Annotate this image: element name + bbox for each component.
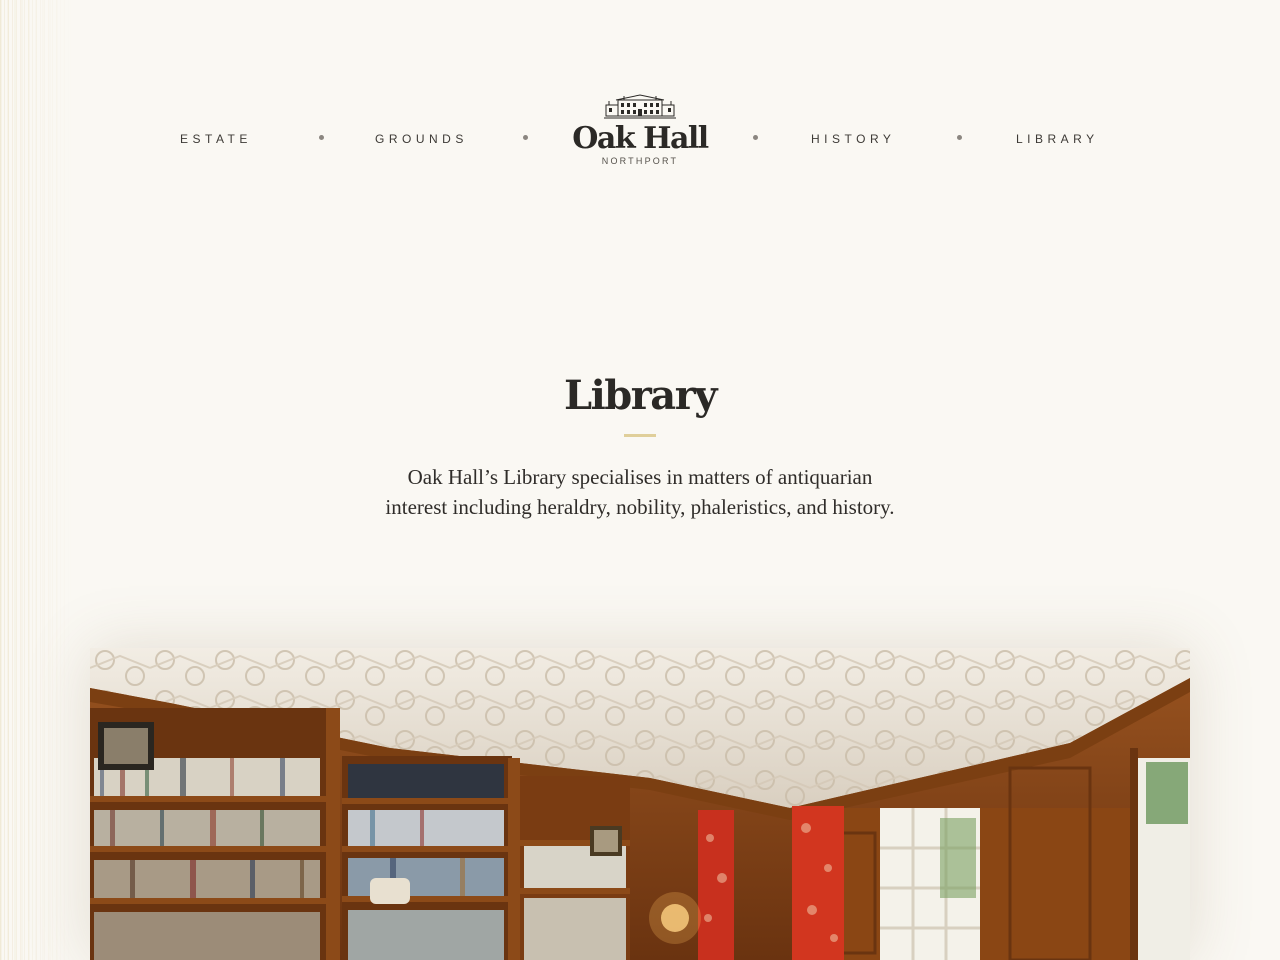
hero-image [90, 648, 1190, 960]
logo-subtitle: NORTHPORT [601, 156, 679, 166]
manor-house-icon [604, 94, 676, 119]
nav-estate-link[interactable]: ESTATE [180, 130, 252, 148]
logo-title: Oak Hall [572, 121, 709, 156]
site-logo[interactable]: Oak Hall NORTHPORT [560, 92, 720, 182]
nav-library-link[interactable]: LIBRARY [1016, 130, 1099, 148]
nav-separator-dot [957, 135, 962, 140]
nav-history-link[interactable]: HISTORY [811, 130, 895, 148]
nav-grounds-link[interactable]: GROUNDS [375, 130, 468, 148]
title-divider [624, 434, 656, 437]
nav-separator-dot [523, 135, 528, 140]
library-interior-photo [90, 648, 1190, 960]
nav-separator-dot [753, 135, 758, 140]
intro-paragraph: Oak Hall’s Library specialises in matter… [385, 465, 895, 519]
page-title: Library [563, 372, 718, 419]
nav-separator-dot [319, 135, 324, 140]
paper-texture-decoration [0, 0, 72, 960]
